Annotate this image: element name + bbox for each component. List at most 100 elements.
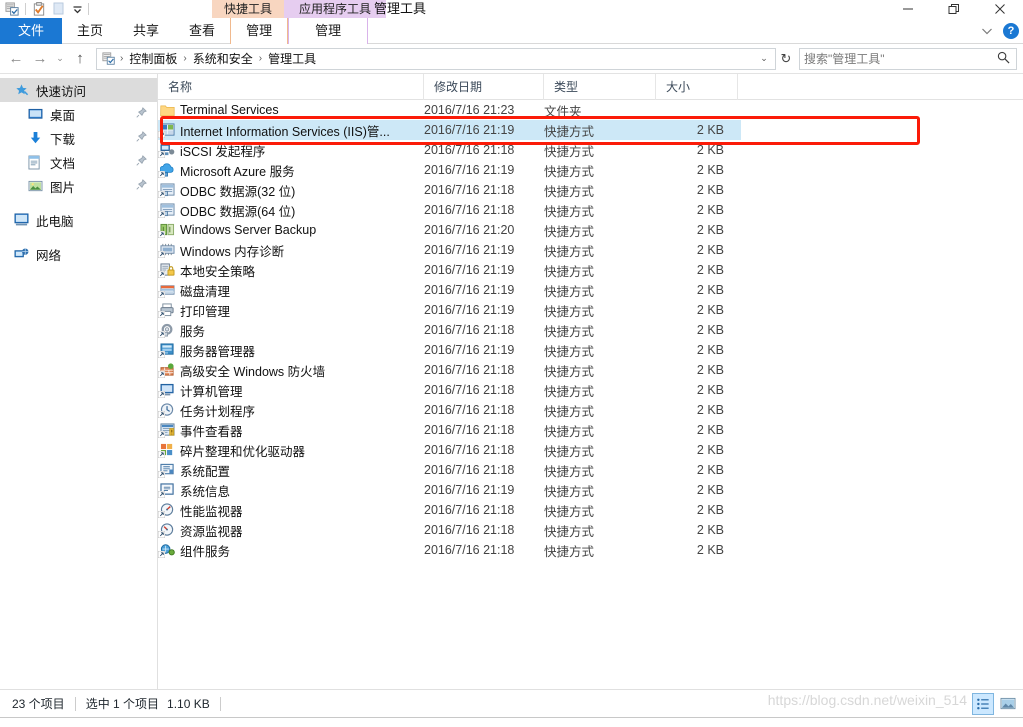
sidebar-item-quick-access[interactable]: 快速访问	[0, 78, 157, 102]
table-row[interactable]: 服务器管理器 2016/7/16 21:19 快捷方式 2 KB	[158, 340, 1023, 360]
documents-icon	[28, 155, 48, 170]
table-row[interactable]: Terminal Services 2016/7/16 21:23 文件夹	[158, 100, 1023, 120]
new-folder-icon[interactable]	[49, 1, 69, 18]
table-row[interactable]: 系统信息 2016/7/16 21:19 快捷方式 2 KB	[158, 480, 1023, 500]
search-icon[interactable]	[994, 51, 1012, 67]
table-row[interactable]: 任务计划程序 2016/7/16 21:18 快捷方式 2 KB	[158, 400, 1023, 420]
pin-icon-desktop[interactable]	[136, 107, 147, 121]
recent-locations-button[interactable]: ⌄	[52, 47, 68, 71]
up-button[interactable]: ↑	[68, 47, 92, 71]
tab-manage-shortcut[interactable]: 管理	[230, 18, 289, 44]
tab-manage-application[interactable]: 管理	[288, 18, 369, 44]
table-row[interactable]: 计算机管理 2016/7/16 21:18 快捷方式 2 KB	[158, 380, 1023, 400]
file-size-cell: 2 KB	[696, 463, 724, 477]
table-row[interactable]: Internet Information Services (IIS)管... 2…	[158, 120, 741, 140]
table-row[interactable]: iSCSI 发起程序 2016/7/16 21:18 快捷方式 2 KB	[158, 140, 1023, 160]
search-box[interactable]	[799, 47, 1017, 70]
table-row[interactable]: 高级安全 Windows 防火墙 2016/7/16 21:18 快捷方式 2 KB	[158, 360, 1023, 380]
chevron-down-icon[interactable]	[979, 23, 995, 39]
help-icon[interactable]: ?	[1003, 23, 1019, 39]
file-name-label: 计算机管理	[180, 384, 243, 399]
table-row[interactable]: 服务 2016/7/16 21:18 快捷方式 2 KB	[158, 320, 1023, 340]
table-row[interactable]: 性能监视器 2016/7/16 21:18 快捷方式 2 KB	[158, 500, 1023, 520]
table-row[interactable]: 磁盘清理 2016/7/16 21:19 快捷方式 2 KB	[158, 280, 1023, 300]
desktop-icon	[28, 108, 48, 121]
file-name-label: 性能监视器	[180, 504, 243, 519]
file-name-cell: 资源监视器	[158, 521, 424, 540]
tab-home[interactable]: 主页	[62, 18, 118, 44]
performance-monitor-icon	[158, 502, 176, 518]
window-bottom-edge	[0, 717, 1023, 718]
file-date-cell: 2016/7/16 21:18	[424, 543, 515, 557]
properties-icon[interactable]	[29, 1, 49, 18]
this-pc-icon	[14, 213, 34, 227]
sidebar-item-desktop[interactable]: 桌面	[0, 102, 157, 126]
breadcrumb-item-system-security[interactable]: 系统和安全	[189, 49, 257, 69]
tab-view[interactable]: 查看	[174, 18, 230, 44]
navigation-pane: 快速访问 桌面 下载 文档 图片 此电脑 网络	[0, 74, 158, 689]
sidebar-item-downloads[interactable]: 下载	[0, 126, 157, 150]
breadcrumb-item-control-panel[interactable]: 控制面板	[125, 49, 181, 69]
file-date-cell: 2016/7/16 21:18	[424, 143, 515, 157]
table-row[interactable]: 打印管理 2016/7/16 21:19 快捷方式 2 KB	[158, 300, 1023, 320]
status-item-count: 23 个项目	[12, 697, 65, 711]
column-header-date[interactable]: 修改日期	[424, 73, 544, 100]
folder-icon	[158, 102, 176, 118]
refresh-button[interactable]: ↻	[776, 51, 796, 67]
breadcrumb[interactable]: › 控制面板 › 系统和安全 › 管理工具 ⌄	[96, 47, 776, 70]
customize-dropdown-icon[interactable]	[69, 1, 85, 18]
system-config-icon	[158, 462, 176, 478]
file-name-label: ODBC 数据源(32 位)	[180, 184, 296, 199]
file-type-cell: 快捷方式	[544, 424, 595, 439]
print-management-icon	[158, 302, 176, 318]
column-header-size[interactable]: 大小	[656, 73, 738, 100]
large-icons-view-icon[interactable]	[997, 693, 1019, 715]
table-row[interactable]: 组件服务 2016/7/16 21:18 快捷方式 2 KB	[158, 540, 1023, 560]
table-row[interactable]: Windows 内存诊断 2016/7/16 21:19 快捷方式 2 KB	[158, 240, 1023, 260]
sidebar-item-network[interactable]: 网络	[0, 242, 157, 266]
tab-share[interactable]: 共享	[118, 18, 174, 44]
sidebar-item-pictures[interactable]: 图片	[0, 174, 157, 198]
file-name-label: 组件服务	[180, 544, 231, 559]
file-name-cell: 任务计划程序	[158, 401, 424, 420]
table-row[interactable]: 碎片整理和优化驱动器 2016/7/16 21:18 快捷方式 2 KB	[158, 440, 1023, 460]
column-header-name[interactable]: 名称	[158, 73, 424, 100]
file-size-cell: 2 KB	[696, 123, 724, 137]
table-row[interactable]: ODBC 数据源(32 位) 2016/7/16 21:18 快捷方式 2 KB	[158, 180, 1023, 200]
column-header-type[interactable]: 类型	[544, 73, 656, 100]
file-name-label: 高级安全 Windows 防火墙	[180, 364, 326, 379]
file-name-cell: 组件服务	[158, 541, 424, 560]
table-row[interactable]: Windows Server Backup 2016/7/16 21:20 快捷方式…	[158, 220, 1023, 240]
file-size-cell: 2 KB	[696, 263, 724, 277]
main-body: 快速访问 桌面 下载 文档 图片 此电脑 网络 名称 修改日期 类型 大小 Te…	[0, 73, 1023, 689]
back-button[interactable]: ←	[4, 47, 28, 71]
breadcrumb-item-admin-tools[interactable]: 管理工具	[264, 49, 320, 69]
backup-icon	[158, 222, 176, 238]
details-view-icon[interactable]	[972, 693, 994, 715]
ribbon-tab-strip: 文件 主页 共享 查看 管理 管理 ?	[0, 18, 1023, 44]
close-button[interactable]	[977, 0, 1023, 18]
sidebar-item-this-pc[interactable]: 此电脑	[0, 208, 157, 232]
restore-button[interactable]	[931, 0, 977, 18]
forward-button[interactable]: →	[28, 47, 52, 71]
file-name-cell: iSCSI 发起程序	[158, 141, 424, 160]
table-row[interactable]: 资源监视器 2016/7/16 21:18 快捷方式 2 KB	[158, 520, 1023, 540]
table-row[interactable]: 系统配置 2016/7/16 21:18 快捷方式 2 KB	[158, 460, 1023, 480]
table-row[interactable]: ODBC 数据源(64 位) 2016/7/16 21:18 快捷方式 2 KB	[158, 200, 1023, 220]
pin-icon-pictures[interactable]	[136, 179, 147, 193]
tab-file[interactable]: 文件	[0, 18, 63, 44]
minimize-button[interactable]	[885, 0, 931, 18]
title-bar: 快捷工具 应用程序工具 管理工具	[0, 0, 1023, 18]
table-row[interactable]: 事件查看器 2016/7/16 21:18 快捷方式 2 KB	[158, 420, 1023, 440]
file-type-cell: 快捷方式	[544, 484, 595, 499]
table-row[interactable]: Microsoft Azure 服务 2016/7/16 21:19 快捷方式 2 K…	[158, 160, 1023, 180]
folder-tools-icon[interactable]	[2, 1, 22, 18]
breadcrumb-dropdown-icon[interactable]: ⌄	[756, 53, 772, 64]
pin-icon-downloads[interactable]	[136, 131, 147, 145]
table-row[interactable]: 本地安全策略 2016/7/16 21:19 快捷方式 2 KB	[158, 260, 1023, 280]
breadcrumb-sep-0: ›	[120, 53, 124, 64]
pin-icon-documents[interactable]	[136, 155, 147, 169]
search-input[interactable]	[804, 51, 994, 66]
file-size-cell: 2 KB	[696, 343, 724, 357]
sidebar-item-documents[interactable]: 文档	[0, 150, 157, 174]
